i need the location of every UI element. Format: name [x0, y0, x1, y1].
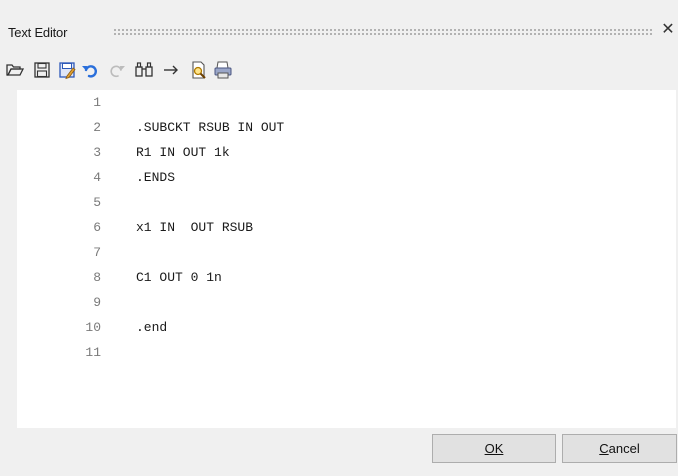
- line-number: 6: [93, 220, 101, 235]
- print-icon[interactable]: [213, 60, 233, 80]
- save-icon[interactable]: [32, 60, 52, 80]
- code-line[interactable]: 10 .end: [17, 315, 676, 340]
- save-as-icon[interactable]: [57, 60, 77, 80]
- line-number: 8: [93, 270, 101, 285]
- line-text: x1 IN OUT RSUB: [136, 220, 254, 235]
- undo-icon[interactable]: [80, 60, 100, 80]
- line-text: .SUBCKT RSUB IN OUT: [136, 120, 285, 135]
- line-number: 4: [93, 170, 101, 185]
- title-bar[interactable]: Text Editor ✕: [0, 0, 678, 44]
- cancel-label: Cancel: [599, 441, 640, 456]
- close-icon[interactable]: ✕: [659, 20, 677, 40]
- line-number: 11: [85, 345, 101, 360]
- line-number: 10: [85, 320, 101, 335]
- window-title: Text Editor: [8, 25, 68, 40]
- line-text: .end: [136, 320, 168, 335]
- code-line[interactable]: 8 C1 OUT 0 1n: [17, 265, 676, 290]
- cancel-button[interactable]: Cancel: [562, 434, 677, 463]
- line-number: 2: [93, 120, 101, 135]
- code-line[interactable]: 5: [17, 190, 676, 215]
- goto-arrow-icon[interactable]: [161, 60, 181, 80]
- line-number: 9: [93, 295, 101, 310]
- code-editor[interactable]: 1 2 .SUBCKT RSUB IN OUT 3 R1 IN OUT 1k 4 .ENDS…: [17, 90, 676, 428]
- line-text: .ENDS: [136, 170, 176, 185]
- redo-icon[interactable]: [107, 60, 127, 80]
- toolbar: [0, 56, 678, 90]
- print-preview-icon[interactable]: [189, 60, 209, 80]
- open-icon[interactable]: [5, 60, 25, 80]
- ok-button[interactable]: OK: [432, 434, 556, 463]
- code-line[interactable]: 9: [17, 290, 676, 315]
- code-line[interactable]: 11: [17, 340, 676, 365]
- line-text: C1 OUT 0 1n: [136, 270, 222, 285]
- drag-grip[interactable]: [113, 28, 653, 36]
- code-line[interactable]: 2 .SUBCKT RSUB IN OUT: [17, 115, 676, 140]
- line-number: 3: [93, 145, 101, 160]
- code-line[interactable]: 4 .ENDS: [17, 165, 676, 190]
- line-text: R1 IN OUT 1k: [136, 145, 230, 160]
- code-line[interactable]: 3 R1 IN OUT 1k: [17, 140, 676, 165]
- line-number: 5: [93, 195, 101, 210]
- find-icon[interactable]: [134, 60, 154, 80]
- line-number: 1: [93, 95, 101, 110]
- code-line[interactable]: 7: [17, 240, 676, 265]
- line-number: 7: [93, 245, 101, 260]
- code-line[interactable]: 6 x1 IN OUT RSUB: [17, 215, 676, 240]
- ok-label: OK: [484, 441, 504, 456]
- code-line[interactable]: 1: [17, 90, 676, 115]
